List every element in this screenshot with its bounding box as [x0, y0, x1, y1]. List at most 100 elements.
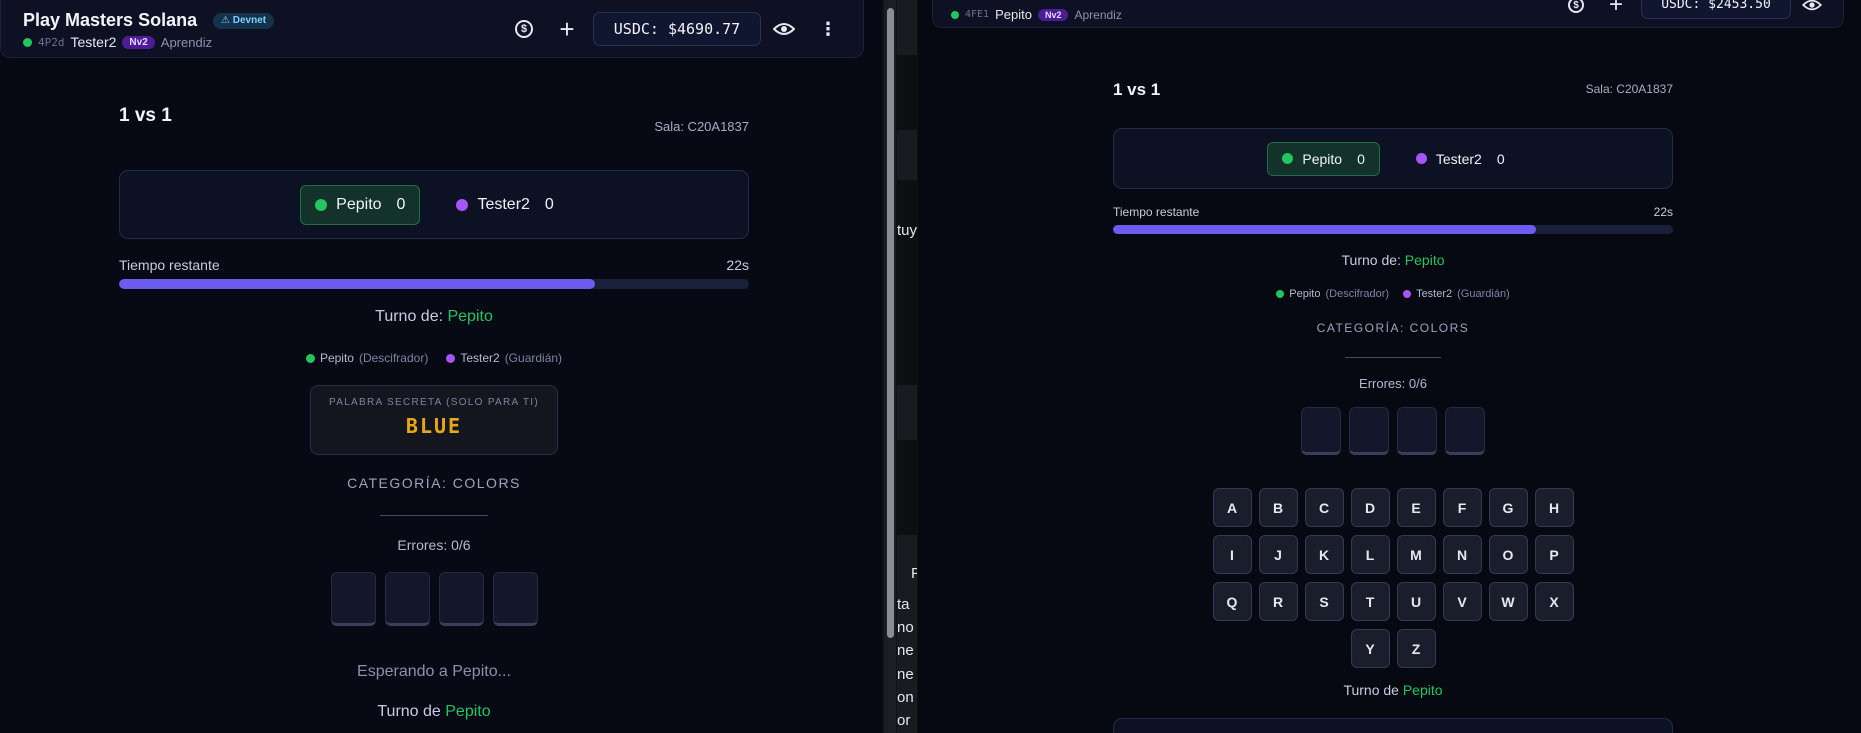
player-chip: Pepito 0	[300, 184, 421, 225]
game-panel: 1 vs 1 Sala: C20A1837 Pepito 0 Tester2 0…	[119, 105, 749, 720]
game-panel: 1 vs 1 Sala: C20A1837 Pepito 0 Tester2 0…	[1113, 80, 1673, 733]
role-player: Tester2	[1416, 288, 1453, 300]
key-j[interactable]: J	[1258, 535, 1298, 574]
player-score: 0	[1357, 150, 1365, 167]
turn-indicator: Turno de: Pepito	[119, 308, 749, 326]
role-name: (Guardián)	[504, 351, 563, 365]
role-color-icon	[1276, 290, 1285, 298]
key-n[interactable]: N	[1442, 535, 1482, 574]
role-color-icon	[305, 353, 315, 363]
timer-value: 22s	[726, 257, 749, 273]
level-badge: Nv2	[122, 35, 155, 49]
player-name: Tester2	[1435, 150, 1482, 167]
balance-display[interactable]: USDC: $4690.77	[593, 12, 761, 46]
player-name: Tester2	[477, 195, 530, 213]
role-item: Tester2 (Guardián)	[1403, 288, 1510, 300]
peek-text: ne	[897, 666, 914, 683]
timer-value: 22s	[1653, 205, 1673, 219]
eye-icon[interactable]	[1799, 0, 1825, 18]
app-header: 4FE1 Pepito Nv2 Aprendiz $ + USDC: $2453…	[932, 0, 1844, 28]
key-i[interactable]: I	[1212, 535, 1252, 574]
peek-text: on	[897, 689, 914, 706]
peek-text: ne	[897, 642, 914, 659]
peek-band	[897, 55, 917, 130]
key-u[interactable]: U	[1396, 582, 1436, 621]
dollar-icon[interactable]: $	[511, 16, 537, 42]
key-m[interactable]: M	[1396, 535, 1436, 574]
player-name: Pepito	[1302, 150, 1343, 167]
key-r[interactable]: R	[1258, 582, 1298, 621]
scoreboard: Pepito 0 Tester2 0	[119, 170, 749, 239]
key-y[interactable]: Y	[1350, 629, 1390, 668]
keyboard-row: A B C D E F G H	[1212, 488, 1574, 527]
key-q[interactable]: Q	[1212, 582, 1252, 621]
role-color-icon	[446, 353, 456, 363]
key-v[interactable]: V	[1442, 582, 1482, 621]
timer-label: Tiempo restante	[1113, 205, 1200, 219]
bottom-panel	[1113, 718, 1673, 733]
player-color-icon	[315, 198, 328, 211]
key-k[interactable]: K	[1304, 535, 1344, 574]
timer-row: Tiempo restante 22s	[1113, 205, 1673, 219]
key-e[interactable]: E	[1396, 488, 1436, 527]
category-label: CATEGORÍA: COLORS	[1316, 321, 1470, 335]
key-g[interactable]: G	[1488, 488, 1528, 527]
eye-icon[interactable]	[771, 16, 797, 42]
key-w[interactable]: W	[1488, 582, 1528, 621]
peek-band	[897, 180, 917, 385]
key-l[interactable]: L	[1350, 535, 1390, 574]
divider	[1345, 357, 1441, 358]
timer-progress-fill	[119, 279, 595, 289]
room-id: Sala: C20A1837	[1585, 82, 1673, 96]
dollar-icon[interactable]: $	[1563, 0, 1589, 18]
user-info: 4P2d Tester2 Nv2 Aprendiz	[23, 34, 212, 50]
key-f[interactable]: F	[1442, 488, 1482, 527]
waiting-message: Esperando a Pepito...	[357, 663, 511, 680]
player-color-icon	[1415, 153, 1427, 164]
more-vertical-icon[interactable]: ⋮	[815, 16, 841, 42]
key-x[interactable]: X	[1534, 582, 1574, 621]
key-p[interactable]: P	[1534, 535, 1574, 574]
key-z[interactable]: Z	[1396, 629, 1436, 668]
letter-slot	[1301, 407, 1341, 455]
right-window: 4FE1 Pepito Nv2 Aprendiz $ + USDC: $2453…	[918, 0, 1861, 733]
keyboard-row: I J K L M N O P	[1212, 535, 1574, 574]
player-name: Pepito	[336, 195, 382, 213]
role-item: Pepito (Descifrador)	[1276, 288, 1389, 300]
role-color-icon	[1403, 290, 1412, 298]
key-b[interactable]: B	[1258, 488, 1298, 527]
room-id: Sala: C20A1837	[654, 119, 749, 134]
scrollbar-thumb[interactable]	[887, 8, 894, 638]
word-slots	[1113, 407, 1673, 455]
turn-player: Pepito	[447, 308, 493, 325]
key-d[interactable]: D	[1350, 488, 1390, 527]
turn-prefix: Turno de:	[1341, 252, 1405, 268]
left-window: Play Masters Solana ⚠ Devnet 4P2d Tester…	[0, 0, 882, 733]
timer-progress-bar	[1113, 225, 1673, 234]
turn-player: Pepito	[445, 703, 491, 720]
role-player: Tester2	[460, 351, 500, 365]
screen: Play Masters Solana ⚠ Devnet 4P2d Tester…	[0, 0, 1861, 733]
key-h[interactable]: H	[1534, 488, 1574, 527]
player-score: 0	[1496, 150, 1505, 167]
balance-display[interactable]: USDC: $2453.50	[1641, 0, 1791, 19]
key-c[interactable]: C	[1304, 488, 1344, 527]
player-chip: Pepito 0	[1267, 141, 1380, 176]
player-chip: Tester2 0	[442, 185, 567, 225]
role-name: (Descifrador)	[358, 351, 429, 365]
key-a[interactable]: A	[1212, 488, 1252, 527]
rank-label: Aprendiz	[1074, 7, 1122, 22]
key-o[interactable]: O	[1488, 535, 1528, 574]
player-chip: Tester2 0	[1402, 142, 1519, 176]
plus-icon[interactable]: +	[554, 14, 580, 44]
online-status-icon	[23, 37, 32, 47]
timer-row: Tiempo restante 22s	[119, 257, 749, 273]
plus-icon[interactable]: +	[1603, 0, 1629, 18]
app-header: Play Masters Solana ⚠ Devnet 4P2d Tester…	[0, 0, 864, 58]
user-info: 4FE1 Pepito Nv2 Aprendiz	[951, 7, 1122, 22]
key-t[interactable]: T	[1350, 582, 1390, 621]
keyboard-row: Q R S T U V W X	[1212, 582, 1574, 621]
key-s[interactable]: S	[1304, 582, 1344, 621]
scrollbar[interactable]	[884, 0, 896, 733]
peek-text: ta	[897, 596, 910, 613]
